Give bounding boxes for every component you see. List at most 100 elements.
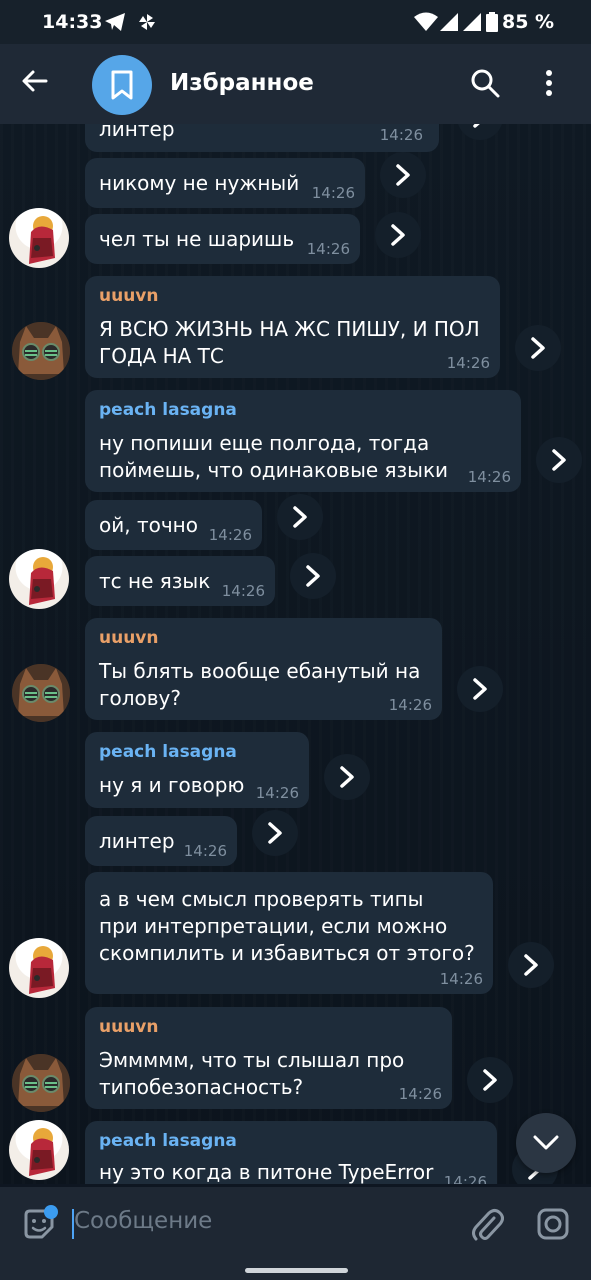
message-text: ну я и говорю	[99, 773, 245, 797]
chevron-right-icon	[473, 678, 487, 700]
message-bubble[interactable]: линтер 14:26	[85, 816, 237, 866]
message-text: ну это когда в питоне TypeError	[99, 1160, 434, 1184]
message-time: 14:26	[183, 842, 227, 860]
message-time: 14:26	[398, 1085, 442, 1103]
chevron-right-icon	[306, 565, 320, 587]
chevron-right-icon	[531, 337, 545, 359]
message-bubble[interactable]: uuuvn Ты блять вообще ебанутый на голову…	[85, 618, 442, 720]
forward-button[interactable]	[508, 942, 554, 988]
user-avatar-uuuvn[interactable]	[12, 322, 70, 380]
message-time: 14:26	[208, 526, 252, 544]
message-bubble[interactable]: линтер 14:26	[85, 124, 439, 152]
message-time: 14:26	[388, 696, 432, 714]
new-sticker-dot	[44, 1205, 58, 1219]
message-text: тс не язык	[99, 569, 211, 593]
message-bubble[interactable]: ой, точно 14:26	[85, 500, 262, 550]
message-text: линтер	[99, 124, 175, 141]
forward-button[interactable]	[467, 1057, 513, 1103]
message-text: ну попиши еще полгода, тогда поймешь, чт…	[99, 431, 449, 482]
message-text: линтер	[99, 829, 175, 853]
message-bubble[interactable]: а в чем смысл проверять типы при интерпр…	[85, 872, 493, 994]
message-bubble[interactable]: чел ты не шаришь 14:26	[85, 214, 360, 264]
pinwheel-icon	[137, 12, 157, 37]
message-text: Эммммм, что ты слышал про типобезопаснос…	[99, 1048, 405, 1099]
message-time: 14:26	[311, 184, 355, 202]
user-avatar-uuuvn[interactable]	[12, 1054, 70, 1112]
message-text: а в чем смысл проверять типы при интерпр…	[99, 887, 475, 965]
message-input[interactable]: Сообщение	[74, 1208, 212, 1234]
message-text: Ты блять вообще ебанутый на голову?	[99, 659, 421, 710]
cat-avatar-illustration	[12, 1054, 70, 1112]
forward-button[interactable]	[252, 810, 298, 856]
chat-title[interactable]: Избранное	[170, 70, 314, 96]
message-text: никому не нужный	[99, 171, 300, 195]
forward-button[interactable]	[515, 325, 561, 371]
message-bubble[interactable]: uuuvn Эммммм, что ты слышал про типобезо…	[85, 1007, 452, 1109]
forward-button[interactable]	[457, 666, 503, 712]
message-time: 14:26	[467, 468, 511, 486]
camera-button[interactable]	[536, 1207, 572, 1243]
message-time: 14:26	[221, 582, 265, 600]
more-vert-icon	[546, 70, 552, 96]
chat-header: Избранное	[0, 44, 591, 124]
home-gesture-bar[interactable]	[245, 1268, 348, 1273]
sender-name[interactable]: peach lasagna	[99, 742, 237, 762]
message-time: 14:26	[439, 970, 483, 988]
forward-button[interactable]	[457, 124, 503, 140]
forward-button[interactable]	[380, 152, 426, 198]
chevron-right-icon	[473, 124, 480, 128]
chevron-right-icon	[552, 449, 566, 471]
chevron-right-icon	[483, 1069, 497, 1091]
forward-button[interactable]	[375, 212, 421, 258]
avatar-illustration	[29, 216, 55, 264]
avatar-illustration	[29, 1128, 55, 1176]
scroll-to-bottom-button[interactable]	[516, 1113, 576, 1173]
status-bar: 14:33 85 %	[0, 0, 591, 44]
paperclip-icon	[472, 1209, 504, 1241]
camera-icon	[537, 1208, 569, 1240]
message-text: Я ВСЮ ЖИЗНЬ НА ЖС ПИШУ, И ПОЛ ГОДА НА ТС	[99, 317, 480, 368]
avatar-illustration	[29, 557, 55, 605]
message-bubble[interactable]: никому не нужный 14:26	[85, 158, 365, 208]
chevron-right-icon	[340, 766, 354, 788]
chevron-right-icon	[396, 164, 410, 186]
user-avatar-peach[interactable]	[9, 208, 69, 268]
saved-messages-avatar[interactable]	[92, 55, 152, 115]
message-bubble[interactable]: peach lasagna ну это когда в питоне Type…	[85, 1121, 497, 1184]
message-bubble[interactable]: uuuvn Я ВСЮ ЖИЗНЬ НА ЖС ПИШУ, И ПОЛ ГОДА…	[85, 276, 500, 378]
sender-name[interactable]: peach lasagna	[99, 400, 237, 420]
bookmark-icon	[111, 70, 133, 100]
telegram-icon	[104, 12, 126, 37]
message-text: ой, точно	[99, 513, 198, 537]
message-bubble[interactable]: тс не язык 14:26	[85, 556, 275, 606]
forward-button[interactable]	[536, 437, 582, 483]
user-avatar-uuuvn[interactable]	[12, 664, 70, 722]
message-time: 14:26	[379, 126, 423, 144]
search-button[interactable]	[470, 68, 504, 102]
user-avatar-peach[interactable]	[9, 1120, 69, 1180]
message-bubble[interactable]: peach lasagna ну я и говорю 14:26	[85, 732, 309, 808]
chevron-right-icon	[268, 822, 282, 844]
chevron-down-icon	[533, 1135, 559, 1150]
forward-button[interactable]	[324, 754, 370, 800]
chevron-right-icon	[391, 224, 405, 246]
sender-name[interactable]: uuuvn	[99, 628, 159, 648]
user-avatar-peach[interactable]	[9, 549, 69, 609]
back-button[interactable]	[20, 66, 60, 102]
message-list[interactable]: линтер 14:26 никому не нужный 14:26 чел …	[0, 124, 591, 1184]
forward-button[interactable]	[290, 553, 336, 599]
message-text: чел ты не шаришь	[99, 227, 295, 251]
chevron-right-icon	[293, 506, 307, 528]
message-bubble[interactable]: peach lasagna ну попиши еще полгода, тог…	[85, 390, 521, 492]
sender-name[interactable]: uuuvn	[99, 286, 159, 306]
message-input-bar: Сообщение	[0, 1187, 591, 1260]
more-menu-button[interactable]	[545, 68, 567, 102]
battery-icon	[486, 12, 498, 37]
sender-name[interactable]: peach lasagna	[99, 1131, 237, 1151]
sender-name[interactable]: uuuvn	[99, 1017, 159, 1037]
forward-button[interactable]	[277, 494, 323, 540]
cat-avatar-illustration	[12, 664, 70, 722]
attach-button[interactable]	[470, 1206, 504, 1244]
user-avatar-peach[interactable]	[9, 938, 69, 998]
battery-percent: 85 %	[502, 11, 555, 33]
